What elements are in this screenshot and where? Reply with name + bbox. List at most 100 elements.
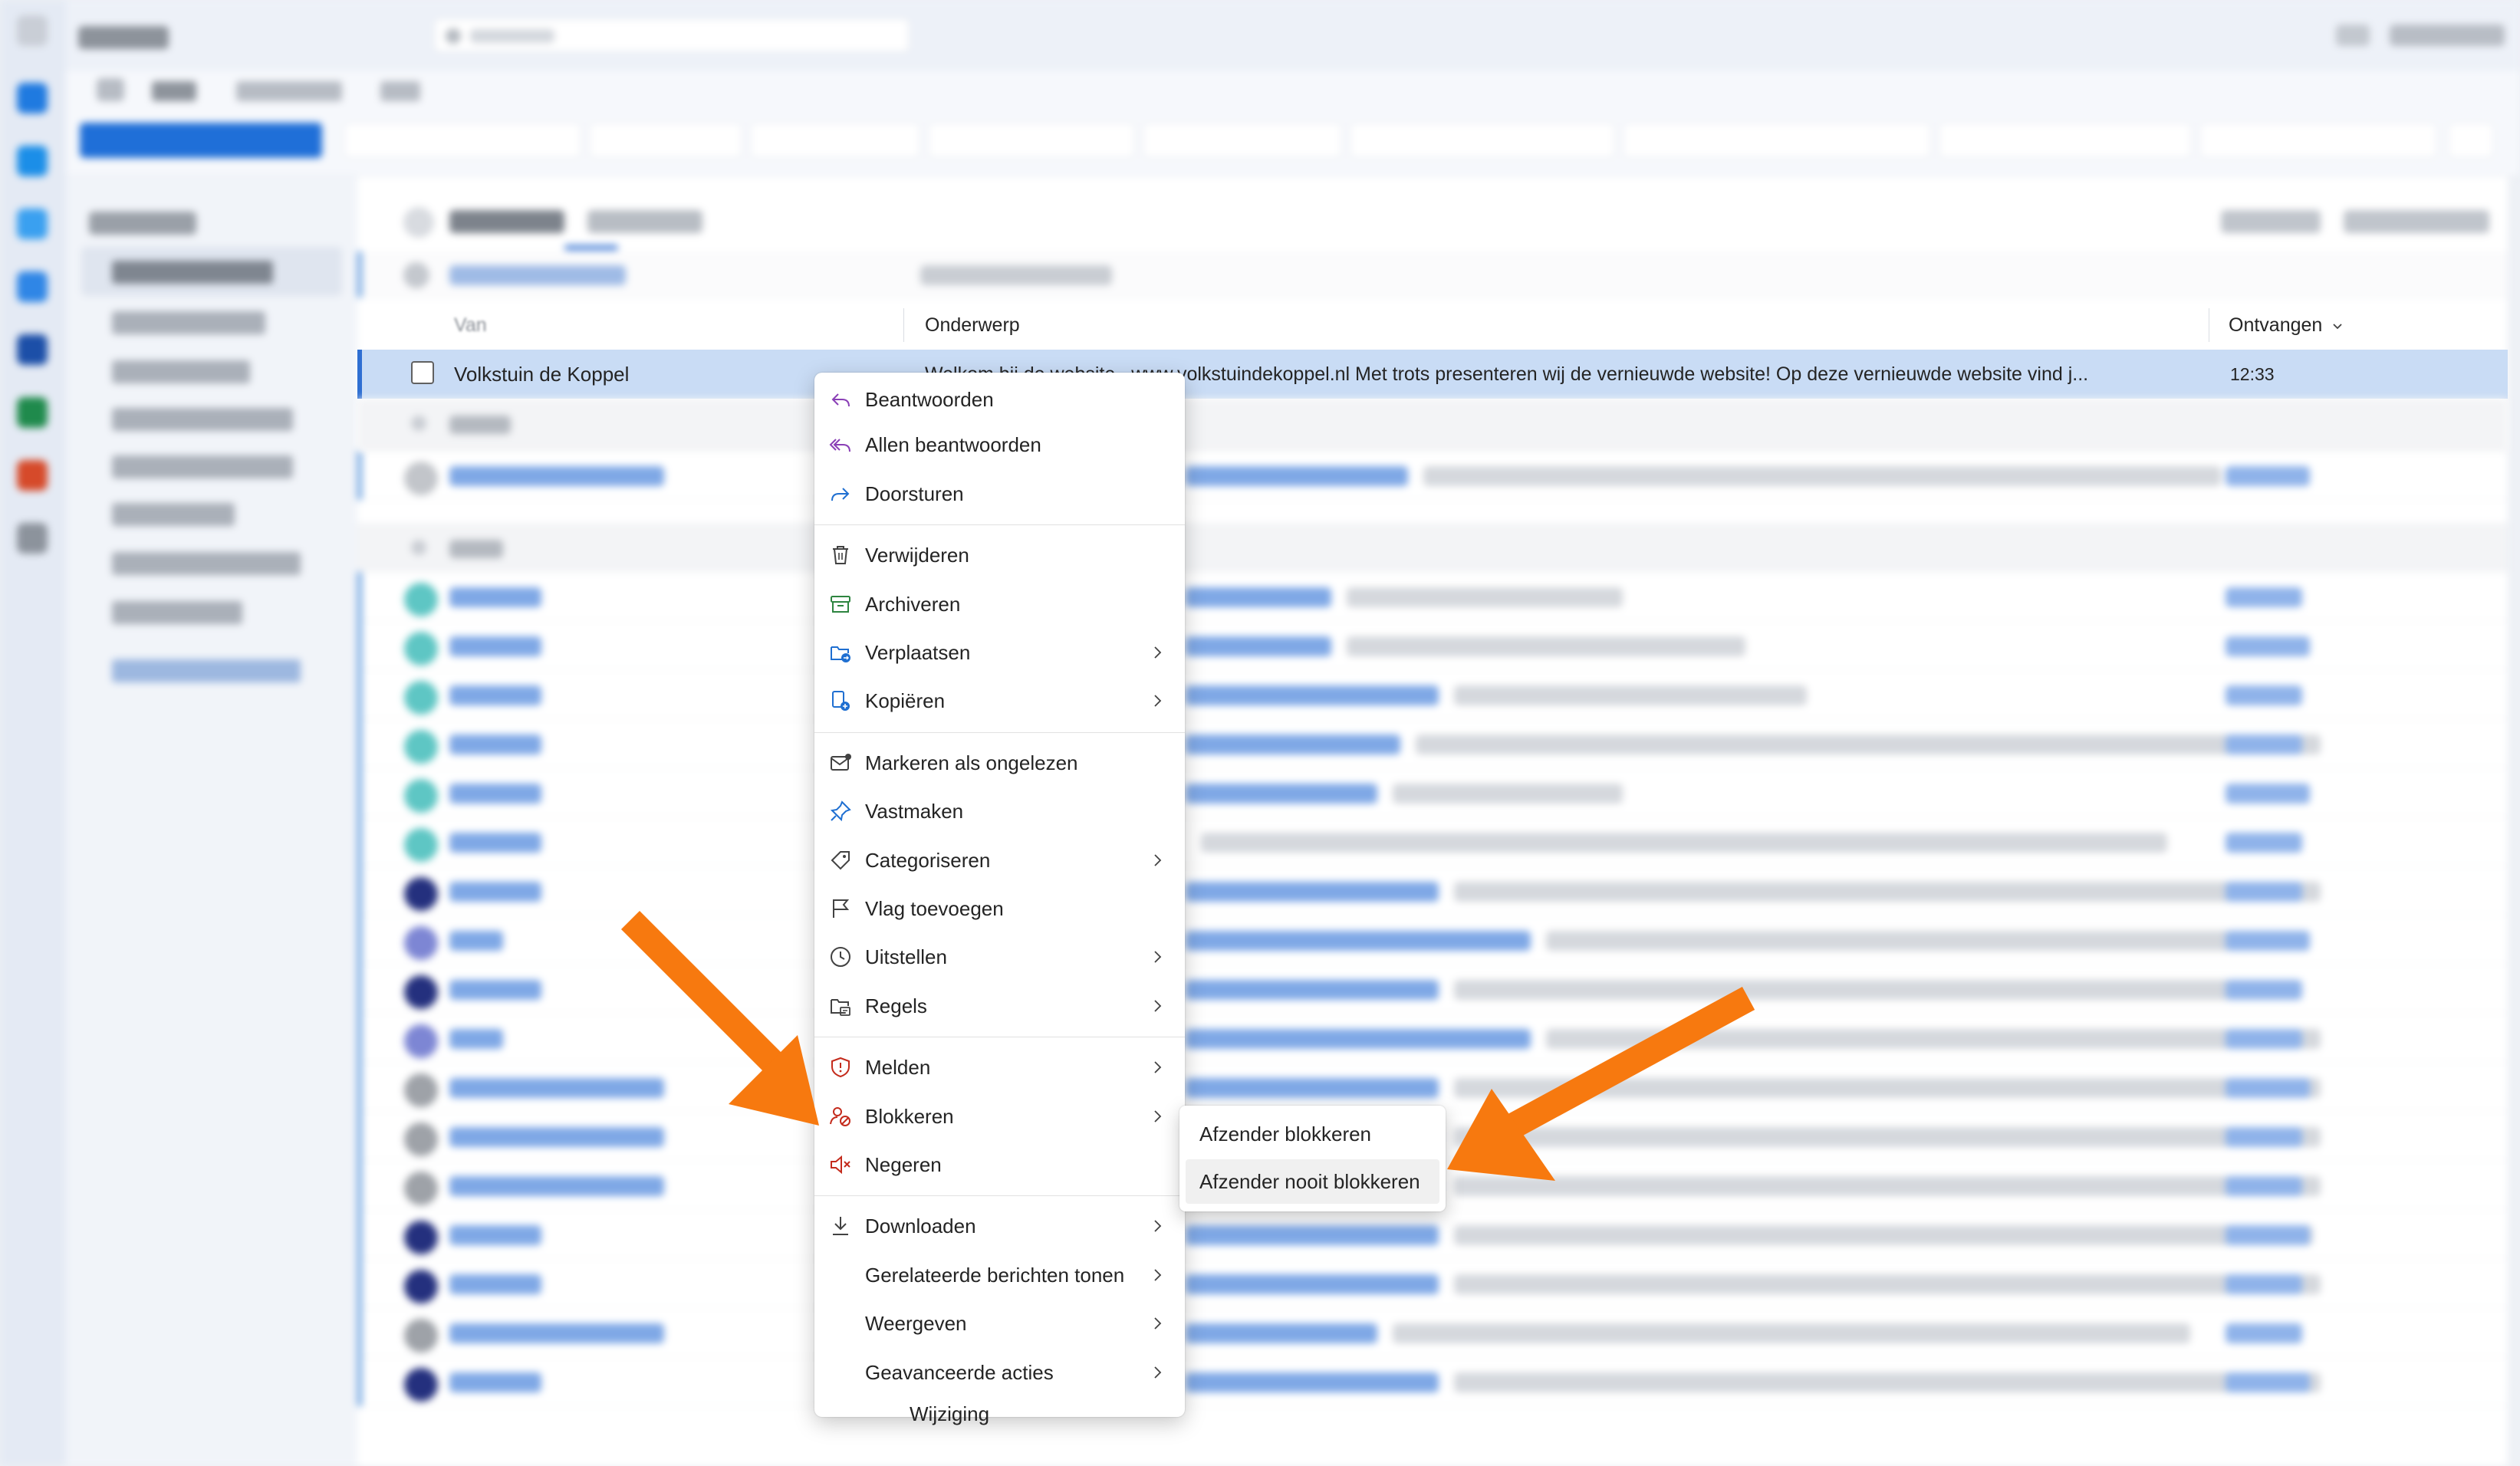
print-toolbar-button[interactable] xyxy=(2199,123,2437,158)
folder-notes[interactable] xyxy=(112,601,242,624)
menu-item-regels[interactable]: Regels xyxy=(814,982,1185,1030)
message-row[interactable] xyxy=(357,670,2508,719)
message-row[interactable] xyxy=(357,1259,2508,1308)
menu-item-vastmaken[interactable]: Vastmaken xyxy=(814,787,1185,835)
message-row[interactable] xyxy=(357,719,2508,768)
message-row[interactable] xyxy=(357,915,2508,965)
message-row[interactable] xyxy=(357,1308,2508,1357)
archive-toolbar-button[interactable] xyxy=(589,123,742,158)
message-row[interactable] xyxy=(357,1357,2508,1406)
menu-item-archiveren[interactable]: Archiveren xyxy=(814,580,1185,628)
subject-bar xyxy=(1186,636,1331,656)
sweep-toolbar-button[interactable] xyxy=(1143,123,1342,158)
folder-sent[interactable] xyxy=(112,408,293,431)
hamburger-icon[interactable] xyxy=(97,78,124,101)
menu-item-vlag-toevoegen[interactable]: Vlag toevoegen xyxy=(814,885,1185,932)
sender-bar xyxy=(449,466,664,486)
unread-indicator xyxy=(357,817,362,866)
tab-help[interactable] xyxy=(380,81,420,101)
filter-button[interactable] xyxy=(2221,210,2321,233)
message-row[interactable] xyxy=(357,451,2508,500)
menu-item-downloaden[interactable]: Downloaden xyxy=(814,1202,1185,1250)
account-name[interactable] xyxy=(2390,25,2505,46)
menu-item-markeren-als-ongelezen[interactable]: Markeren als ongelezen xyxy=(814,739,1185,787)
new-folder-link[interactable] xyxy=(112,659,301,682)
menu-item-negeren[interactable]: Negeren xyxy=(814,1141,1185,1188)
apps-app-icon[interactable] xyxy=(17,523,48,554)
menu-item-blokkeren[interactable]: Blokkeren xyxy=(814,1093,1185,1140)
tab-start[interactable] xyxy=(152,81,196,101)
message-row[interactable] xyxy=(357,523,2508,572)
message-row[interactable] xyxy=(357,1063,2508,1112)
avatar xyxy=(404,730,438,764)
avatar xyxy=(404,1123,438,1156)
message-sender: Volkstuin de Koppel xyxy=(454,363,630,386)
word-app-icon[interactable] xyxy=(17,334,48,365)
folder-archive[interactable] xyxy=(112,503,235,526)
folders-heading[interactable] xyxy=(89,212,196,235)
rules-toolbar-button[interactable] xyxy=(1939,123,2192,158)
preview-bar xyxy=(1201,833,2167,853)
calendar-app-icon[interactable] xyxy=(17,146,48,176)
tag-icon xyxy=(831,850,850,870)
message-row[interactable] xyxy=(357,572,2508,621)
flag-toolbar-button[interactable] xyxy=(1623,123,1931,158)
sort-button[interactable] xyxy=(2344,210,2489,233)
menu-item-verwijderen[interactable]: Verwijderen xyxy=(814,531,1185,579)
folder-conversation-history[interactable] xyxy=(112,552,301,575)
people-app-icon[interactable] xyxy=(17,209,48,239)
folder-junk[interactable] xyxy=(112,311,265,334)
message-row[interactable] xyxy=(357,621,2508,670)
mail-app-icon[interactable] xyxy=(17,83,48,113)
menu-item-beantwoorden[interactable]: Beantwoorden xyxy=(814,376,1185,423)
column-from[interactable]: Van xyxy=(454,308,487,342)
more-toolbar-button[interactable] xyxy=(2448,123,2494,158)
selected-message-row[interactable]: Volkstuin de Koppel Welkom bij de websit… xyxy=(357,350,2508,399)
folder-scheduled[interactable] xyxy=(112,455,293,478)
menu-item-gerelateerde-berichten-tonen[interactable]: Gerelateerde berichten tonen xyxy=(814,1251,1185,1299)
message-row[interactable] xyxy=(357,817,2508,866)
menu-item-categoriseren[interactable]: Categoriseren xyxy=(814,837,1185,884)
move-toolbar-button[interactable] xyxy=(1350,123,1615,158)
folder-inbox[interactable] xyxy=(112,261,273,284)
sender-bar xyxy=(449,735,541,754)
tab-beeld[interactable] xyxy=(236,81,342,101)
delete-toolbar-button[interactable] xyxy=(344,123,581,158)
menu-item-doorsturen[interactable]: Doorsturen xyxy=(814,470,1185,518)
message-row[interactable] xyxy=(357,866,2508,915)
message-row[interactable] xyxy=(357,768,2508,817)
never-block-sender-item[interactable]: Afzender nooit blokkeren xyxy=(1186,1159,1439,1204)
powerpoint-app-icon[interactable] xyxy=(17,460,48,491)
report-toolbar-button[interactable] xyxy=(750,123,920,158)
menu-item-allen-beantwoorden[interactable]: Allen beantwoorden xyxy=(814,421,1185,468)
message-checkbox[interactable] xyxy=(411,361,434,384)
todo-app-icon[interactable] xyxy=(17,271,48,302)
new-mail-button[interactable] xyxy=(80,123,322,158)
reply-toolbar-button[interactable] xyxy=(928,123,1135,158)
menu-item-kopieren[interactable]: Kopiëren xyxy=(814,677,1185,725)
menu-item-label: Categoriseren xyxy=(865,848,991,872)
menu-item-melden[interactable]: Melden xyxy=(814,1044,1185,1091)
column-subject[interactable]: Onderwerp xyxy=(925,308,1020,342)
menu-item-weergeven[interactable]: Weergeven xyxy=(814,1300,1185,1347)
menu-item-uitstellen[interactable]: Uitstellen xyxy=(814,933,1185,981)
app-launcher-icon[interactable] xyxy=(17,15,48,46)
message-row[interactable] xyxy=(357,965,2508,1014)
message-row[interactable] xyxy=(357,1210,2508,1259)
folder-drafts[interactable] xyxy=(112,360,250,383)
column-received[interactable]: Ontvangen xyxy=(2229,308,2344,342)
block-sender-item[interactable]: Afzender blokkeren xyxy=(1186,1112,1439,1156)
other-tab[interactable] xyxy=(587,210,702,233)
menu-item-verplaatsen[interactable]: Verplaatsen xyxy=(814,629,1185,676)
excel-app-icon[interactable] xyxy=(17,397,48,428)
meet-now-icon[interactable] xyxy=(2336,25,2370,46)
preview-bar xyxy=(1416,735,2321,754)
bundle-row[interactable] xyxy=(357,251,2508,297)
preview-bar xyxy=(1546,1029,2321,1049)
focused-tab[interactable] xyxy=(449,210,564,233)
search-input[interactable] xyxy=(434,18,910,52)
menu-item-geavanceerde-acties[interactable]: Geavanceerde acties xyxy=(814,1349,1185,1396)
select-all-checkbox[interactable] xyxy=(403,207,434,238)
message-row[interactable] xyxy=(357,1014,2508,1063)
menu-item-label: Downloaden xyxy=(865,1215,976,1238)
